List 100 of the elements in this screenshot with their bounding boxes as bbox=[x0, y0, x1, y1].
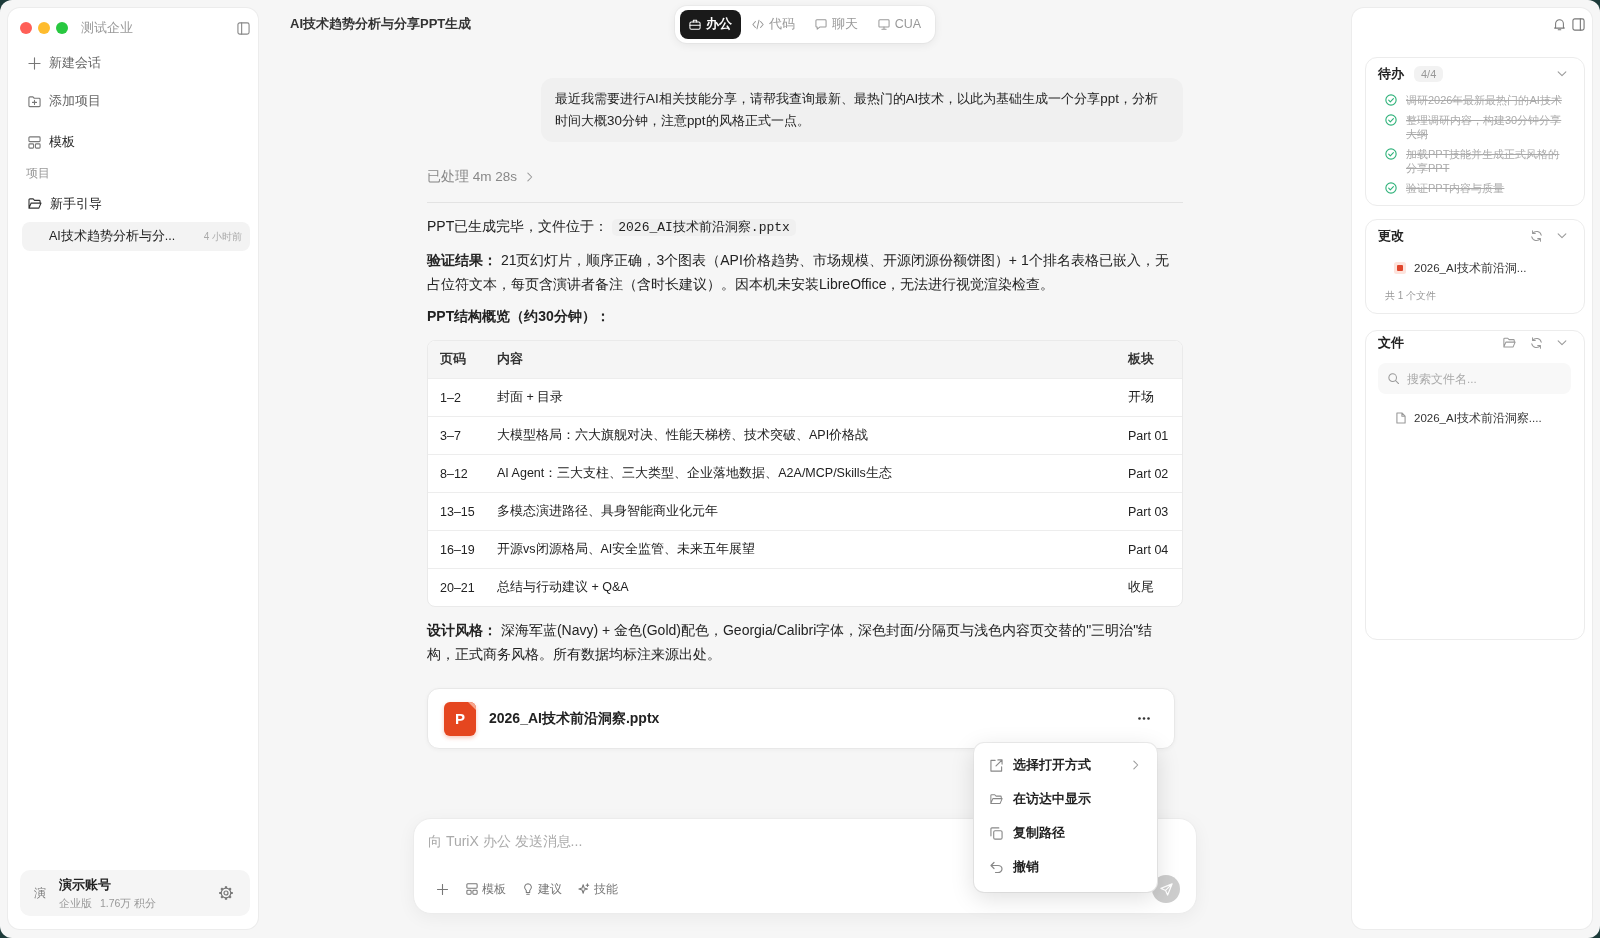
table-cell-text: Part 03 bbox=[1127, 504, 1170, 519]
chat-title: AI技术趋势分析与分享PPT生成 bbox=[289, 15, 473, 33]
menu-item[interactable]: 复制路径 bbox=[980, 816, 1151, 850]
external-link-icon bbox=[990, 758, 1003, 772]
chevron-down-icon[interactable] bbox=[1557, 233, 1567, 239]
table-cell-text: Part 01 bbox=[1127, 428, 1170, 443]
todo-item-text: 加载PPT技能并生成正式风格的分享PPT bbox=[1406, 147, 1561, 175]
check-circle-icon[interactable] bbox=[1385, 94, 1397, 106]
layout-icon bbox=[466, 883, 478, 895]
table-cell-text: 开场 bbox=[1127, 389, 1155, 406]
file-path-code: 2026_AI技术前沿洞察.pptx bbox=[612, 219, 796, 236]
sparkle-icon bbox=[578, 883, 590, 895]
file-item[interactable]: 2026_AI技术前沿洞察.... bbox=[1378, 408, 1542, 428]
window-minimize-button[interactable] bbox=[38, 22, 50, 34]
presentation-file-icon bbox=[1394, 262, 1406, 274]
chevron-right-icon bbox=[527, 172, 534, 182]
window-close-button[interactable] bbox=[20, 22, 32, 34]
add-project-button[interactable]: 添加项目 bbox=[20, 86, 101, 116]
send-icon bbox=[1159, 882, 1173, 896]
conversation-item[interactable]: AI技术趋势分析与分... 4 小时前 bbox=[22, 222, 250, 251]
document-icon bbox=[1396, 412, 1406, 424]
table-cell-text: 多模态演进路径、具身智能商业化元年 bbox=[496, 503, 719, 520]
settings-icon[interactable] bbox=[218, 885, 234, 901]
bell-icon[interactable] bbox=[1553, 17, 1566, 31]
project-folder[interactable]: 新手引导 bbox=[20, 189, 102, 219]
composer-tool-button[interactable]: 技能 bbox=[578, 880, 618, 898]
workspace-name: 测试企业 bbox=[81, 19, 133, 37]
account-name: 演示账号 bbox=[59, 875, 112, 894]
table-cell-text: 16–19 bbox=[439, 542, 476, 557]
file-search-field[interactable]: 搜索文件名... bbox=[1378, 363, 1571, 394]
table-header-cell-text: 板块 bbox=[1127, 351, 1155, 368]
user-message: 最近我需要进行AI相关技能分享，请帮我查询最新、最热门的AI技术，以此为基础生成一个分享ppt，分析时间大概30分钟，注意ppt的风格正式一点。 bbox=[541, 78, 1183, 142]
design-style-text: 设计风格： 深海军蓝(Navy) + 金色(Gold)配色，Georgia/Calibri字体，深色封面/分隔页与浅色内容页交替的"三明治"结构，正式商务风格。所有数据均标注来源出处。 bbox=[427, 621, 1154, 664]
attachment-name: 2026_AI技术前沿洞察.pptx bbox=[489, 709, 660, 728]
sidebar-toggle-icon[interactable] bbox=[237, 21, 250, 35]
folder-icon[interactable] bbox=[1503, 337, 1516, 349]
pptx-file-icon: P bbox=[444, 701, 476, 736]
table-cell-text: 20–21 bbox=[439, 580, 476, 595]
table-cell-text: 8–12 bbox=[439, 466, 469, 481]
verification-text: 验证结果： 21页幻灯片，顺序正确，3个图表（API价格趋势、市场规模、开源闭源份额饼图）+ 1个排名表格已嵌入，无占位符文本，每页含演讲者备注（含时长建议）。因本机未安装LibreOffice，无法进行视觉渲染检查。 bbox=[427, 251, 1170, 294]
composer-tool-button[interactable]: 建议 bbox=[522, 880, 562, 898]
attachment-card[interactable]: P 2026_AI技术前沿洞察.pptx bbox=[427, 688, 1175, 749]
table-cell-text: 封面 + 目录 bbox=[496, 389, 565, 406]
undo-icon bbox=[990, 860, 1003, 874]
send-button[interactable] bbox=[1152, 875, 1180, 903]
table-cell-text: 1–2 bbox=[439, 390, 462, 405]
todo-item-text: 调研2026年最新最热门的AI技术 bbox=[1406, 93, 1562, 107]
table-cell-text: 3–7 bbox=[439, 428, 462, 443]
mode-tab[interactable]: 办公 bbox=[679, 9, 741, 39]
new-chat-button[interactable]: 新建会话 bbox=[20, 48, 101, 78]
folder-plus-icon bbox=[28, 94, 41, 108]
check-circle-icon[interactable] bbox=[1385, 148, 1397, 160]
todo-count-badge: 4/4 bbox=[1414, 66, 1444, 82]
account-points: 1.76万 积分 bbox=[100, 896, 157, 911]
table-cell-text: 收尾 bbox=[1127, 579, 1155, 596]
search-icon bbox=[1388, 373, 1399, 384]
copy-icon bbox=[990, 826, 1003, 840]
table-cell-text: 大模型格局：六大旗舰对决、性能天梯榜、技术突破、API价格战 bbox=[496, 427, 870, 444]
check-circle-icon[interactable] bbox=[1385, 182, 1397, 194]
todo-item-text: 验证PPT内容与质量 bbox=[1406, 181, 1505, 195]
section-label: 项目 bbox=[25, 165, 50, 182]
table-cell-text: Part 04 bbox=[1127, 542, 1170, 557]
changes-title: 更改 bbox=[1378, 227, 1404, 245]
monitor-icon bbox=[877, 18, 890, 30]
table-cell-text: AI Agent：三大支柱、三大类型、企业落地数据、A2A/MCP/Skills生态 bbox=[496, 465, 893, 482]
check-circle-icon[interactable] bbox=[1385, 114, 1397, 126]
more-options-icon[interactable] bbox=[1138, 717, 1150, 720]
refresh-icon[interactable] bbox=[1530, 337, 1543, 349]
changes-summary: 共 1 个文件 bbox=[1384, 289, 1437, 303]
templates-button[interactable]: 模板 bbox=[20, 127, 75, 157]
todo-item-text: 整理调研内容，构建30分钟分享大纲 bbox=[1406, 113, 1563, 141]
changed-file-item[interactable]: 2026_AI技术前沿洞... bbox=[1378, 258, 1527, 278]
chevron-down-icon[interactable] bbox=[1557, 71, 1567, 77]
folder-icon bbox=[28, 198, 42, 210]
menu-item[interactable]: 撤销 bbox=[980, 850, 1151, 884]
briefcase-icon bbox=[688, 18, 701, 30]
account-plan: 企业版 bbox=[59, 896, 92, 911]
composer-tool-button[interactable]: 模板 bbox=[466, 880, 506, 898]
table-cell-text: 13–15 bbox=[439, 504, 476, 519]
table-header-cell-text: 页码 bbox=[439, 351, 467, 368]
menu-item[interactable]: 在访达中显示 bbox=[980, 782, 1151, 816]
outline-heading: PPT结构概览（约30分钟）： bbox=[427, 307, 611, 326]
table-cell-text: 总结与行动建议 + Q&A bbox=[496, 579, 630, 596]
chevron-down-icon[interactable] bbox=[1557, 340, 1567, 346]
folder-icon bbox=[990, 792, 1003, 806]
file-location-text: PPT已生成完毕，文件位于： bbox=[427, 218, 609, 234]
lightbulb-icon bbox=[522, 883, 534, 895]
chat-bubble-icon bbox=[814, 18, 827, 30]
avatar: 演 bbox=[33, 884, 47, 902]
plus-icon[interactable] bbox=[437, 883, 448, 895]
todo-title: 待办 bbox=[1378, 65, 1404, 83]
window-zoom-button[interactable] bbox=[56, 22, 68, 34]
layout-icon bbox=[28, 135, 41, 149]
plus-icon bbox=[28, 56, 41, 70]
code-icon bbox=[751, 18, 764, 30]
menu-item[interactable]: 选择打开方式 bbox=[980, 748, 1151, 782]
sidebar-toggle-icon[interactable] bbox=[1572, 17, 1585, 31]
refresh-icon[interactable] bbox=[1530, 230, 1543, 242]
table-cell-text: 开源vs闭源格局、AI安全监管、未来五年展望 bbox=[496, 541, 757, 558]
files-title: 文件 bbox=[1378, 334, 1404, 352]
